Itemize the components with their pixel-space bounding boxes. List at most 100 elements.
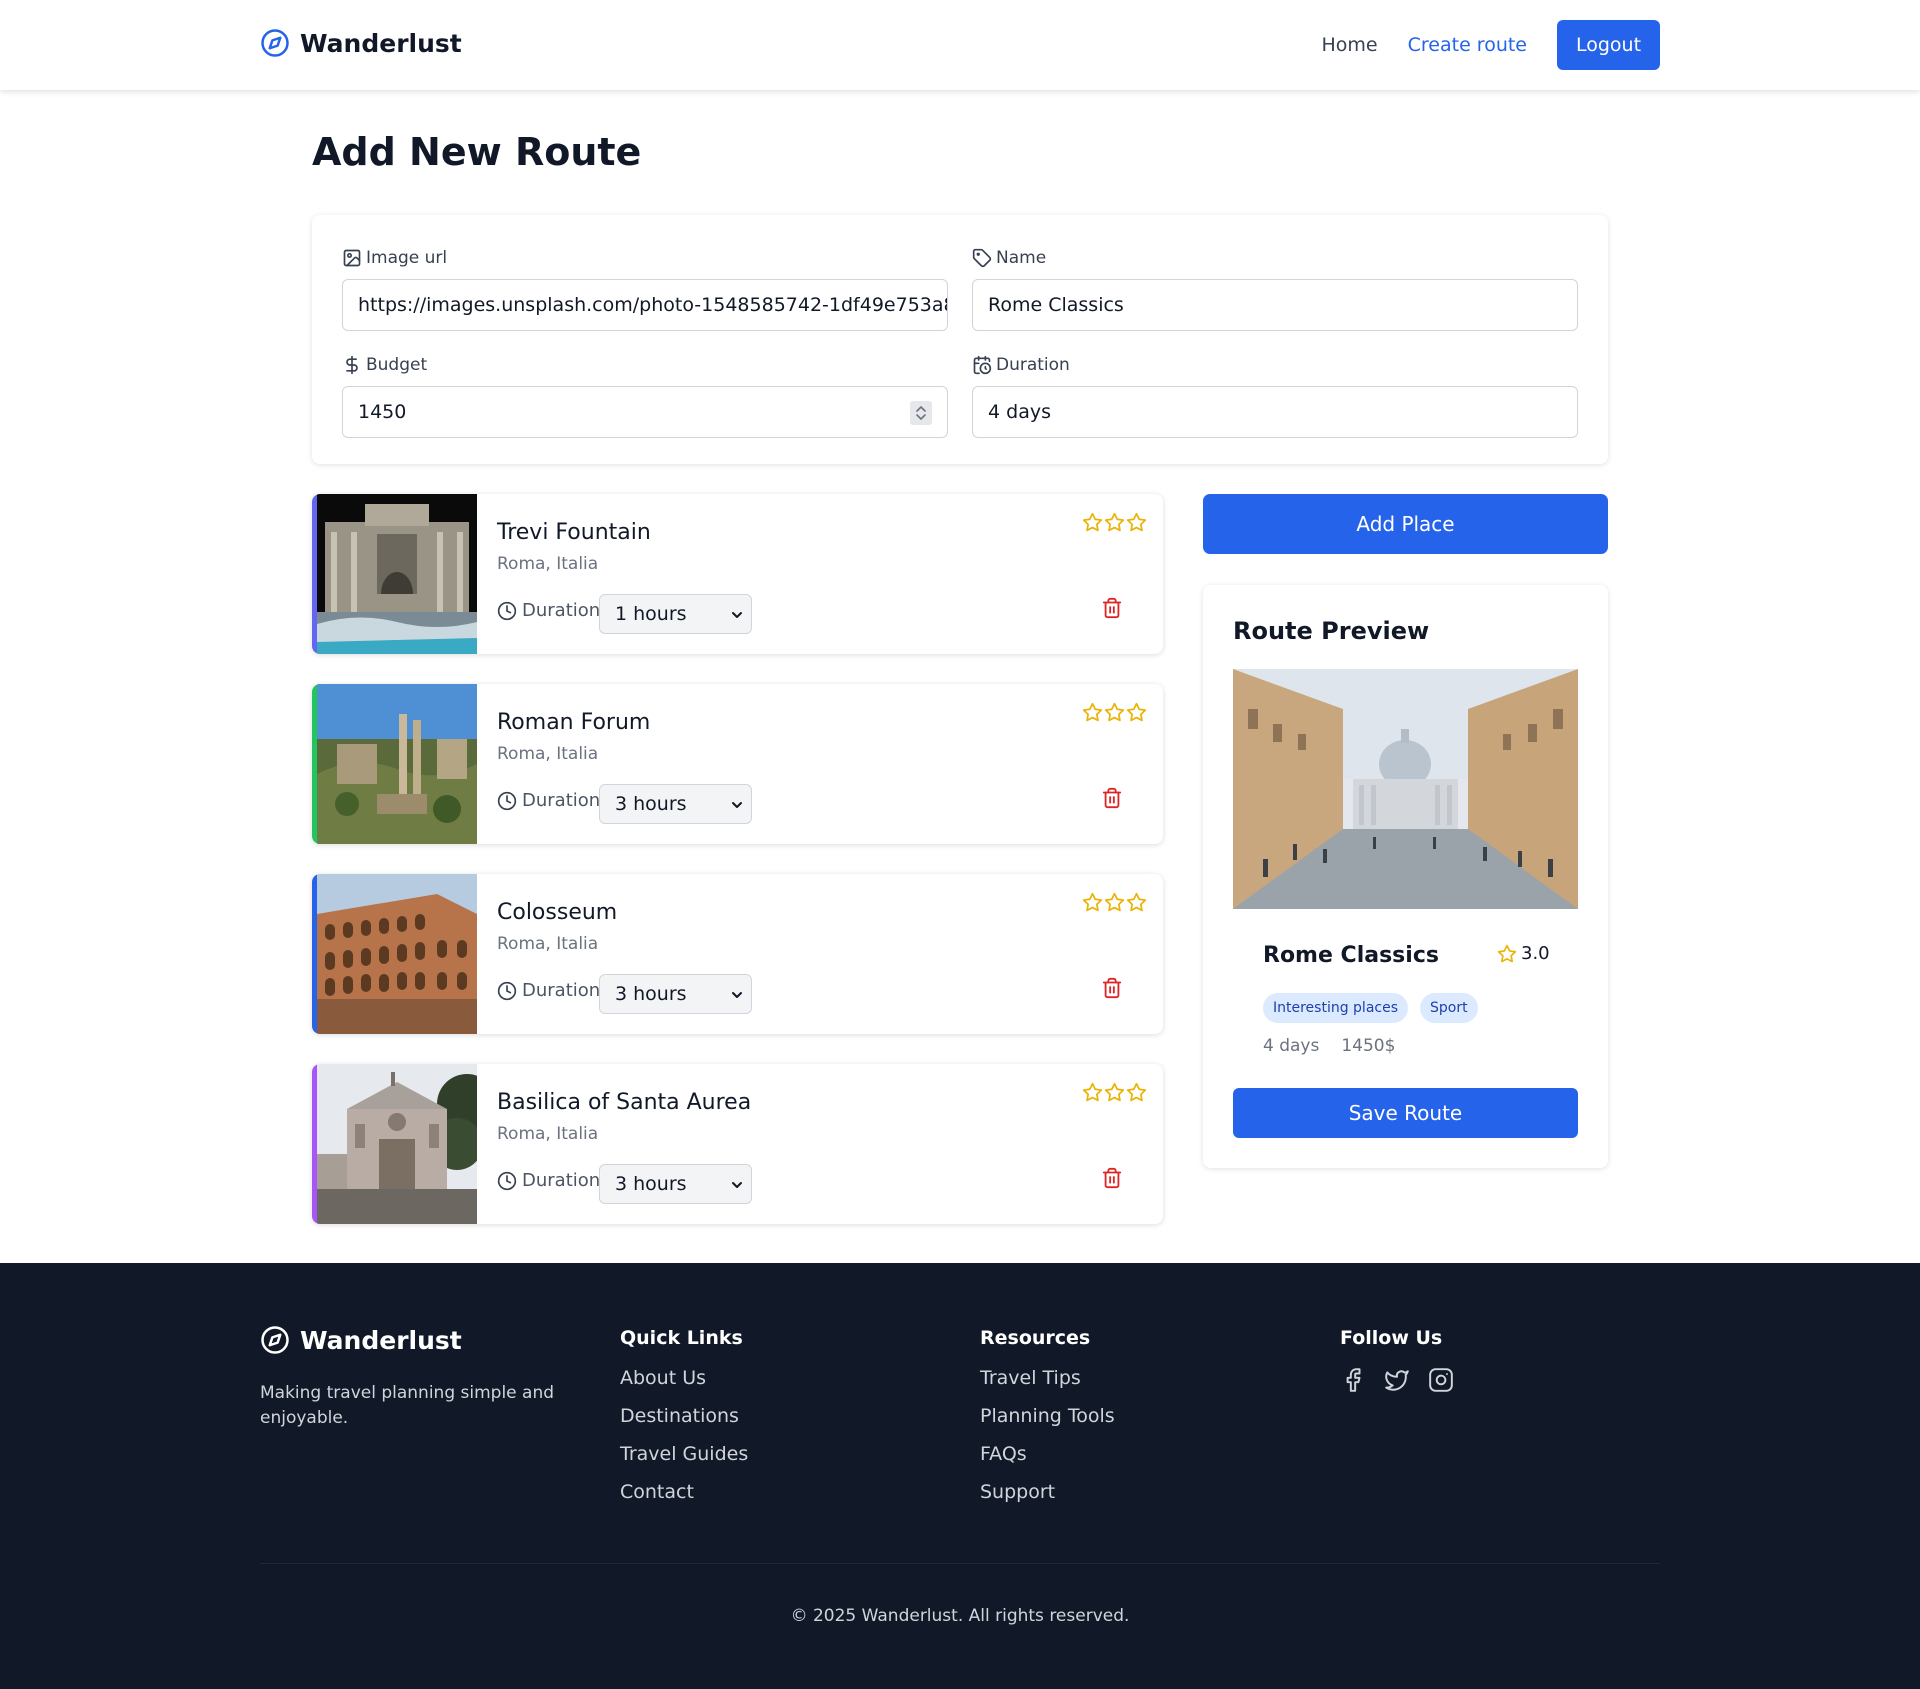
- place-name: Trevi Fountain: [497, 520, 651, 545]
- footer-link-travel-tips[interactable]: Travel Tips: [980, 1367, 1115, 1389]
- star-icon[interactable]: [1082, 702, 1103, 723]
- clock-icon: [497, 981, 517, 1000]
- route-preview-image: [1233, 669, 1578, 909]
- duration-select[interactable]: 1 hours: [599, 594, 752, 634]
- save-route-button[interactable]: Save Route: [1233, 1088, 1578, 1138]
- spinner-arrows-icon: [916, 406, 926, 420]
- duration-input[interactable]: 4 days: [972, 386, 1578, 438]
- place-image: [317, 684, 477, 844]
- star-icon[interactable]: [1126, 512, 1147, 533]
- budget-value: 1450: [358, 401, 407, 423]
- star-icon[interactable]: [1104, 892, 1125, 913]
- duration-field: Duration 4 days: [972, 354, 1578, 438]
- budget-input[interactable]: 1450: [342, 386, 948, 438]
- star-icon[interactable]: [1104, 1082, 1125, 1103]
- tag-badge: Interesting places: [1263, 993, 1409, 1023]
- star-icon[interactable]: [1082, 1082, 1103, 1103]
- duration-select[interactable]: 3 hours: [599, 1164, 752, 1204]
- image-url-input[interactable]: https://images.unsplash.com/photo-154858…: [342, 279, 948, 331]
- tag-icon: [972, 248, 992, 268]
- footer-link-about[interactable]: About Us: [620, 1367, 748, 1389]
- twitter-icon[interactable]: [1384, 1367, 1410, 1393]
- resources-title: Resources: [980, 1327, 1091, 1349]
- image-url-field: Image url https://images.unsplash.com/ph…: [342, 247, 948, 331]
- footer-link-faqs[interactable]: FAQs: [980, 1443, 1115, 1465]
- name-field: Name Rome Classics: [972, 247, 1578, 331]
- footer-divider: [260, 1563, 1660, 1564]
- star-icon[interactable]: [1082, 512, 1103, 533]
- star-icon[interactable]: [1126, 702, 1147, 723]
- footer-brand-name: Wanderlust: [300, 1325, 462, 1355]
- star-icon[interactable]: [1082, 892, 1103, 913]
- duration-select[interactable]: 3 hours: [599, 784, 752, 824]
- follow-us-title: Follow Us: [1340, 1327, 1443, 1349]
- copyright-text: © 2025 Wanderlust. All rights reserved.: [790, 1606, 1130, 1626]
- place-card: Trevi Fountain Roma, Italia Duration 1 h…: [312, 494, 1163, 654]
- place-location: Roma, Italia: [497, 554, 599, 574]
- rating-stars[interactable]: [1082, 892, 1148, 913]
- place-image: [317, 1064, 477, 1224]
- rome-street-image: [1233, 669, 1578, 909]
- nav-home-link[interactable]: Home: [1322, 34, 1378, 56]
- duration-label: Duration: [522, 1170, 601, 1191]
- trash-icon[interactable]: [1101, 1166, 1123, 1190]
- budget-field: Budget 1450: [342, 354, 948, 438]
- footer-link-support[interactable]: Support: [980, 1481, 1115, 1503]
- chevron-down-icon: [732, 802, 742, 808]
- budget-label: Budget: [366, 355, 428, 375]
- chevron-down-icon: [732, 612, 742, 618]
- preview-rating-value: 3.0: [1521, 943, 1550, 964]
- nav-create-route-link[interactable]: Create route: [1408, 34, 1527, 56]
- place-location: Roma, Italia: [497, 744, 599, 764]
- footer-link-contact[interactable]: Contact: [620, 1481, 748, 1503]
- star-icon[interactable]: [1104, 512, 1125, 533]
- clock-icon: [497, 791, 517, 810]
- rating-stars[interactable]: [1082, 1082, 1148, 1103]
- footer-tagline: Making travel planning simple and enjoya…: [260, 1383, 555, 1428]
- route-form-card: Image url https://images.unsplash.com/ph…: [312, 215, 1608, 464]
- dollar-icon: [346, 355, 358, 375]
- footer-link-planning-tools[interactable]: Planning Tools: [980, 1405, 1115, 1427]
- compass-icon: [261, 1326, 289, 1354]
- duration-label: Duration: [522, 600, 601, 621]
- rating-stars[interactable]: [1082, 512, 1148, 533]
- duration-value: 3 hours: [615, 983, 687, 1005]
- star-icon: [1497, 944, 1517, 962]
- star-icon[interactable]: [1126, 1082, 1147, 1103]
- number-spinner[interactable]: [910, 401, 932, 425]
- duration-label: Duration: [522, 980, 601, 1001]
- duration-value: 3 hours: [615, 1173, 687, 1195]
- route-preview-card: Route Preview Rome Classics 3.0 Interest…: [1203, 585, 1608, 1168]
- star-icon[interactable]: [1104, 702, 1125, 723]
- nav-links: Home Create route Logout: [1322, 20, 1660, 70]
- trash-icon[interactable]: [1101, 786, 1123, 810]
- basilica-image: [317, 1064, 477, 1224]
- name-input[interactable]: Rome Classics: [972, 279, 1578, 331]
- footer: Wanderlust Making travel planning simple…: [0, 1263, 1920, 1689]
- preview-budget: 1450$: [1341, 1036, 1396, 1056]
- add-place-button[interactable]: Add Place: [1203, 494, 1608, 554]
- duration-value: 1 hours: [615, 603, 687, 625]
- place-card: Basilica of Santa Aurea Roma, Italia Dur…: [312, 1064, 1163, 1224]
- preview-title: Route Preview: [1233, 617, 1430, 645]
- top-navbar: Wanderlust Home Create route Logout: [0, 0, 1920, 90]
- roman-forum-image: [317, 684, 477, 844]
- duration-select[interactable]: 3 hours: [599, 974, 752, 1014]
- calendar-clock-icon: [973, 355, 992, 375]
- instagram-icon[interactable]: [1428, 1367, 1454, 1393]
- trash-icon[interactable]: [1101, 976, 1123, 1000]
- tag-badge: Sport: [1420, 993, 1478, 1023]
- social-icons: [1340, 1367, 1472, 1393]
- footer-brand: Wanderlust: [260, 1325, 462, 1355]
- image-url-label: Image url: [366, 248, 448, 268]
- logout-button[interactable]: Logout: [1557, 20, 1660, 70]
- place-location: Roma, Italia: [497, 1124, 599, 1144]
- footer-link-destinations[interactable]: Destinations: [620, 1405, 748, 1427]
- rating-stars[interactable]: [1082, 702, 1148, 723]
- star-icon[interactable]: [1126, 892, 1147, 913]
- brand[interactable]: Wanderlust: [260, 28, 462, 58]
- place-card: Roman Forum Roma, Italia Duration 3 hour…: [312, 684, 1163, 844]
- facebook-icon[interactable]: [1340, 1367, 1366, 1393]
- footer-link-travel-guides[interactable]: Travel Guides: [620, 1443, 748, 1465]
- trash-icon[interactable]: [1101, 596, 1123, 620]
